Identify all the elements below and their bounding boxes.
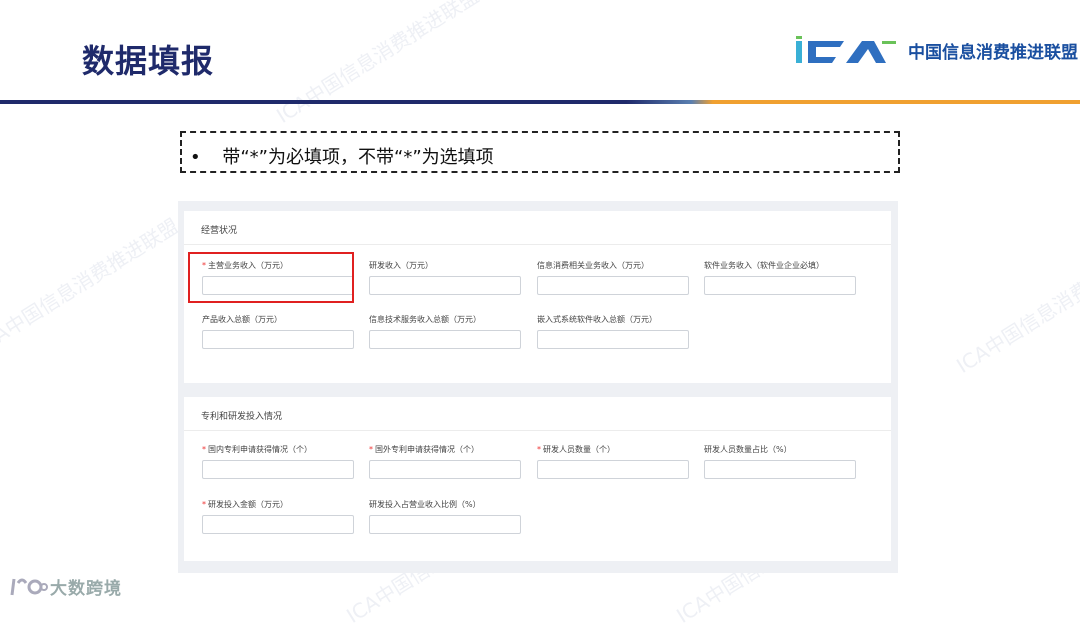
field-label: * 研发投入金额（万元） (202, 500, 288, 509)
note-label: 带“*”为必填项，不带“*”为选填项 (222, 147, 494, 168)
watermark: ICA中国信息消费推进联盟 (272, 0, 483, 128)
field-label: * 研发人员数量（个） (537, 445, 615, 454)
section-title: 专利和研发投入情况 (201, 412, 283, 422)
section-divider (184, 430, 891, 431)
foreign-patents-input[interactable] (369, 460, 521, 479)
software-revenue-input[interactable] (704, 276, 856, 295)
product-revenue-input[interactable] (202, 330, 354, 349)
brand-text: 大数跨境 (50, 579, 122, 599)
rd-staff-count-input[interactable] (537, 460, 689, 479)
field-label: * 国外专利申请获得情况（个） (369, 445, 479, 454)
field-rd-investment: * 研发投入金额（万元） (202, 499, 354, 534)
rd-investment-ratio-input[interactable] (369, 515, 521, 534)
required-mark: * (369, 445, 373, 454)
watermark: ICA中国信息消费推进联盟 (952, 233, 1080, 378)
section-title: 经营状况 (201, 226, 238, 236)
field-label: 研发收入（万元） (369, 261, 433, 270)
ica-logo: 中国信息消费推进联盟 (796, 33, 1078, 67)
field-label: * 国内专利申请获得情况（个） (202, 445, 312, 454)
field-label: 研发人员数量占比（%） (704, 445, 792, 454)
ica-logo-icon (796, 35, 900, 65)
section-patents-rd: 专利和研发投入情况 * 国内专利申请获得情况（个） * 国外专利申请获得情况（个） … (184, 397, 891, 561)
field-label: 信息技术服务收入总额（万元） (369, 315, 481, 324)
field-label: 研发投入占营业收入比例（%） (369, 500, 481, 509)
section-divider (184, 244, 891, 245)
field-product-revenue: 产品收入总额（万元） (202, 314, 354, 349)
header-divider (0, 100, 1080, 104)
field-label: 软件业务收入（软件业企业必填） (704, 261, 824, 270)
info-consumption-revenue-input[interactable] (537, 276, 689, 295)
rd-staff-ratio-input[interactable] (704, 460, 856, 479)
note-text: • 带“*”为必填项，不带“*”为选填项 (190, 143, 494, 169)
field-info-consumption-revenue: 信息消费相关业务收入（万元） (537, 260, 689, 295)
field-it-service-revenue: 信息技术服务收入总额（万元） (369, 314, 521, 349)
page-title: 数据填报 (82, 42, 215, 80)
field-domestic-patents: * 国内专利申请获得情况（个） (202, 444, 354, 479)
footer-brand: 大数跨境 (8, 574, 122, 599)
required-mark: * (537, 445, 541, 454)
rd-investment-input[interactable] (202, 515, 354, 534)
field-label: 信息消费相关业务收入（万元） (537, 261, 649, 270)
field-label: 嵌入式系统软件收入总额（万元） (537, 315, 657, 324)
watermark: ICA中国信息消费推进联盟 (0, 213, 183, 358)
highlight-box (188, 252, 354, 303)
bullet: • (190, 147, 201, 168)
rd-revenue-input[interactable] (369, 276, 521, 295)
it-service-revenue-input[interactable] (369, 330, 521, 349)
field-rd-staff-count: * 研发人员数量（个） (537, 444, 689, 479)
domestic-patents-input[interactable] (202, 460, 354, 479)
field-rd-investment-ratio: 研发投入占营业收入比例（%） (369, 499, 521, 534)
required-mark: * (202, 445, 206, 454)
logo-text: 中国信息消费推进联盟 (908, 42, 1078, 63)
field-rd-staff-ratio: 研发人员数量占比（%） (704, 444, 856, 479)
required-mark: * (202, 500, 206, 509)
field-embedded-software-revenue: 嵌入式系统软件收入总额（万元） (537, 314, 689, 349)
brand-icon (8, 575, 48, 599)
field-software-revenue: 软件业务收入（软件业企业必填） (704, 260, 856, 295)
field-rd-revenue: 研发收入（万元） (369, 260, 521, 295)
required-field-note: • 带“*”为必填项，不带“*”为选填项 (180, 131, 900, 173)
field-label: 产品收入总额（万元） (202, 315, 282, 324)
field-foreign-patents: * 国外专利申请获得情况（个） (369, 444, 521, 479)
embedded-software-revenue-input[interactable] (537, 330, 689, 349)
